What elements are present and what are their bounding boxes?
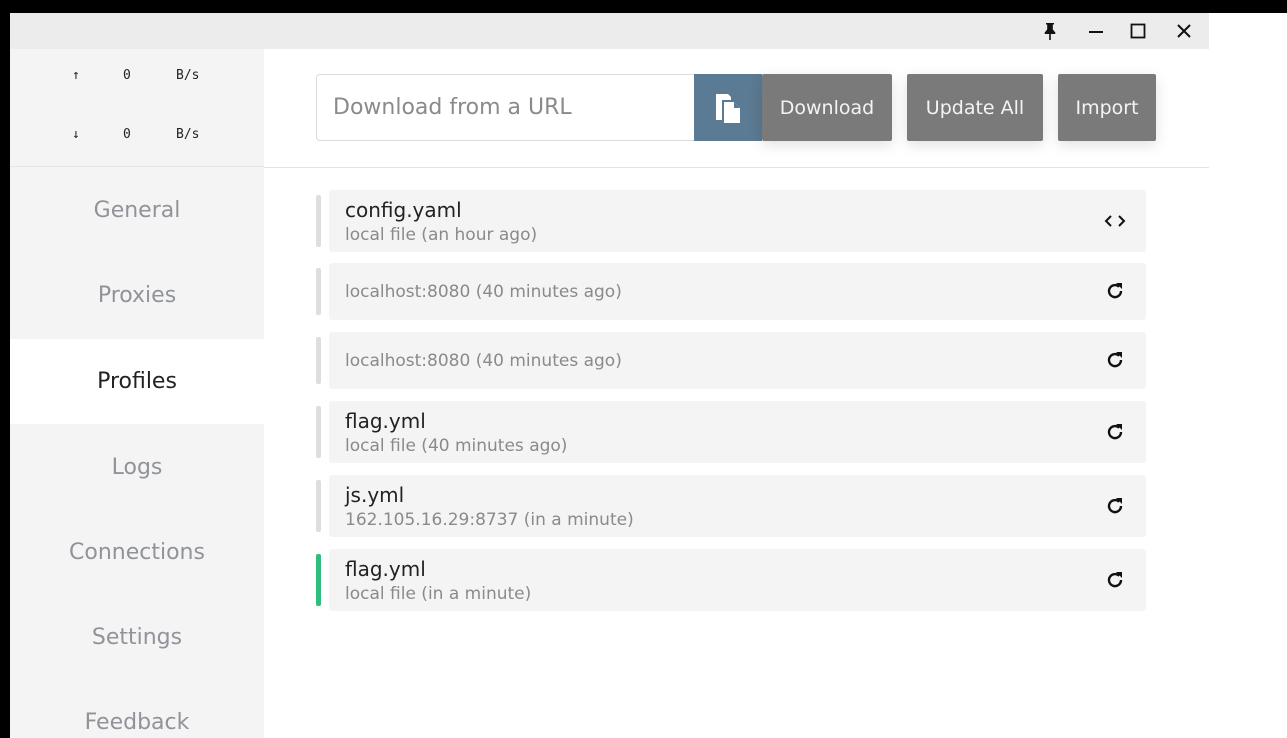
- refresh-icon[interactable]: [1102, 278, 1128, 304]
- refresh-icon[interactable]: [1102, 567, 1128, 593]
- download-button[interactable]: Download: [762, 74, 892, 141]
- sidebar-item-settings[interactable]: Settings: [10, 595, 264, 680]
- sidebar-item-label: Connections: [69, 540, 205, 565]
- sidebar-item-label: Settings: [91, 625, 183, 650]
- profile-source: localhost:8080 (40 minutes ago): [345, 282, 622, 302]
- background-panel: [1209, 13, 1287, 738]
- profile-item[interactable]: js.yml 162.105.16.29:8737 (in a minute): [316, 475, 1146, 537]
- sidebar: ↑ 0 B/s ↓ 0 B/s General Proxies Profiles…: [10, 49, 264, 738]
- profile-name: config.yaml: [345, 198, 462, 222]
- upload-arrow-icon: ↑: [72, 68, 80, 83]
- profile-source: 162.105.16.29:8737 (in a minute): [345, 510, 634, 530]
- app-window: ↑ 0 B/s ↓ 0 B/s General Proxies Profiles…: [10, 13, 1209, 738]
- download-unit: B/s: [176, 127, 200, 142]
- profile-card: config.yaml local file (an hour ago): [329, 190, 1146, 252]
- close-icon[interactable]: [1168, 15, 1200, 47]
- upload-unit: B/s: [176, 68, 200, 83]
- download-value: 0: [123, 127, 131, 142]
- profile-name: flag.yml: [345, 409, 426, 433]
- profile-source: localhost:8080 (40 minutes ago): [345, 351, 622, 371]
- update-all-button[interactable]: Update All: [907, 74, 1043, 141]
- main-content: Download Update All Import config.yaml l…: [264, 49, 1209, 738]
- nav-corner: [10, 319, 264, 339]
- profile-source: local file (40 minutes ago): [345, 436, 568, 456]
- maximize-icon[interactable]: [1122, 15, 1154, 47]
- refresh-icon[interactable]: [1102, 347, 1128, 373]
- url-input[interactable]: [316, 74, 694, 141]
- profile-indicator: [316, 480, 321, 532]
- title-bar: [10, 13, 1209, 49]
- refresh-icon[interactable]: [1102, 419, 1128, 445]
- profile-card: flag.yml local file (40 minutes ago): [329, 401, 1146, 463]
- profile-indicator: [316, 554, 321, 606]
- sidebar-item-label: Proxies: [97, 283, 177, 308]
- sidebar-item-general[interactable]: General: [10, 168, 264, 253]
- upload-value: 0: [123, 68, 131, 83]
- profile-indicator: [316, 337, 321, 384]
- paste-icon: [716, 93, 740, 123]
- profile-card: localhost:8080 (40 minutes ago): [329, 332, 1146, 389]
- sidebar-item-connections[interactable]: Connections: [10, 510, 264, 595]
- profile-item[interactable]: localhost:8080 (40 minutes ago): [316, 332, 1146, 389]
- sidebar-item-label: General: [93, 198, 181, 223]
- code-icon[interactable]: [1102, 208, 1128, 234]
- profile-indicator: [316, 268, 321, 315]
- profile-source: local file (in a minute): [345, 584, 532, 604]
- profile-indicator: [316, 406, 321, 458]
- profile-item[interactable]: localhost:8080 (40 minutes ago): [316, 263, 1146, 320]
- refresh-icon[interactable]: [1102, 493, 1128, 519]
- profile-card: flag.yml local file (in a minute): [329, 549, 1146, 611]
- profile-card: localhost:8080 (40 minutes ago): [329, 263, 1146, 320]
- sidebar-item-label: Profiles: [97, 369, 177, 394]
- profile-item[interactable]: config.yaml local file (an hour ago): [316, 190, 1146, 252]
- sidebar-item-logs[interactable]: Logs: [10, 425, 264, 510]
- download-arrow-icon: ↓: [72, 127, 80, 142]
- profile-name: flag.yml: [345, 557, 426, 581]
- download-speed: ↓ 0 B/s: [10, 127, 264, 147]
- upload-speed: ↑ 0 B/s: [10, 68, 264, 88]
- sidebar-item-profiles[interactable]: Profiles: [10, 339, 264, 424]
- sidebar-item-label: Logs: [111, 455, 163, 480]
- import-button[interactable]: Import: [1058, 74, 1156, 141]
- traffic-panel: ↑ 0 B/s ↓ 0 B/s: [10, 49, 264, 167]
- sidebar-item-label: Feedback: [84, 710, 190, 735]
- profile-name: js.yml: [345, 483, 405, 507]
- profile-item-active[interactable]: flag.yml local file (in a minute): [316, 549, 1146, 611]
- sidebar-item-feedback[interactable]: Feedback: [10, 680, 264, 738]
- profile-item[interactable]: flag.yml local file (40 minutes ago): [316, 401, 1146, 463]
- minimize-icon[interactable]: [1080, 15, 1112, 47]
- pin-icon[interactable]: [1034, 15, 1066, 47]
- profile-card: js.yml 162.105.16.29:8737 (in a minute): [329, 475, 1146, 537]
- profile-source: local file (an hour ago): [345, 225, 538, 245]
- profiles-toolbar: Download Update All Import: [264, 49, 1209, 168]
- paste-button[interactable]: [694, 74, 762, 141]
- profile-indicator: [316, 195, 321, 247]
